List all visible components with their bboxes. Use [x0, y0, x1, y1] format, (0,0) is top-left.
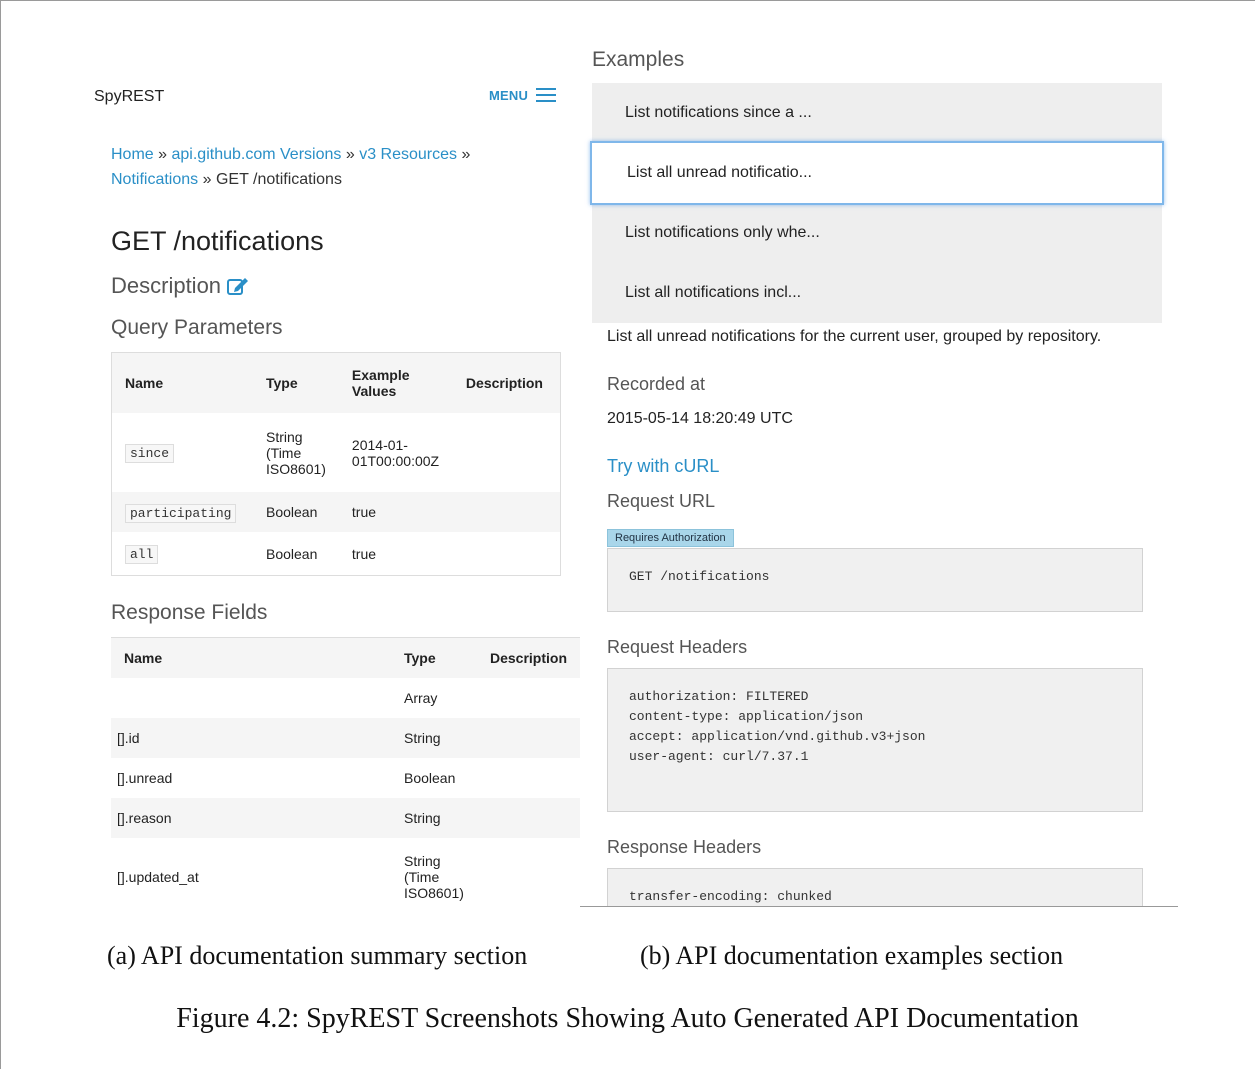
request-headers-code: authorization: FILTERED content-type: app… [607, 668, 1143, 812]
examples-screenshot: Examples List notifications since a ... … [580, 40, 1178, 907]
response-headers-code: transfer-encoding: chunked [607, 868, 1143, 906]
caption-b: (b) API documentation examples section [640, 941, 1064, 970]
example-summary: List all unread notifications for the cu… [607, 328, 1102, 345]
param-example: true [351, 545, 377, 562]
response-fields-heading: Response Fields [111, 601, 268, 624]
breadcrumb-sep: » [345, 146, 355, 163]
header-line: content-type: application/json [629, 709, 864, 724]
header-line: transfer-encoding: chunked [629, 889, 832, 904]
table-row: [].unread Boolean [111, 758, 580, 798]
example-item[interactable]: List notifications since a ... [592, 83, 1162, 143]
field-type: String [403, 730, 441, 746]
table-header-row: Name Type Example Values Description [112, 353, 560, 413]
table-row: since String (Time ISO8601) 2014-01-01T0… [112, 413, 560, 492]
examples-heading: Examples [592, 48, 685, 71]
breadcrumb-sep: » [202, 171, 212, 188]
param-type: String (Time ISO8601) [266, 428, 326, 477]
description-heading-row: Description [111, 273, 249, 299]
edit-icon[interactable] [227, 276, 249, 296]
query-params-table: Name Type Example Values Description sin… [111, 352, 561, 576]
table-row: [].id String [111, 718, 580, 758]
param-description [453, 492, 560, 532]
table-row: participating Boolean true [112, 492, 560, 532]
breadcrumb-sep: » [461, 146, 471, 163]
hamburger-icon [536, 87, 557, 103]
column-header: Description [465, 375, 543, 391]
field-name: [].updated_at [117, 869, 199, 885]
request-url-code: GET /notifications [607, 548, 1143, 612]
examples-list: List notifications since a ... List all … [590, 83, 1164, 323]
query-params-heading: Query Parameters [111, 316, 283, 339]
param-example: 2014-01-01T00:00:00Z [351, 436, 440, 469]
param-example: true [351, 504, 377, 520]
field-name [111, 678, 391, 718]
description-heading: Description [111, 273, 222, 298]
breadcrumb-notifications[interactable]: Notifications [111, 171, 198, 188]
recorded-at-value: 2015-05-14 18:20:49 UTC [607, 410, 793, 427]
menu-button[interactable]: MENU [489, 87, 557, 103]
param-description [453, 413, 560, 492]
request-url-heading: Request URL [607, 491, 716, 511]
column-header: Type [266, 375, 298, 391]
breadcrumb-home[interactable]: Home [111, 146, 154, 163]
example-item-active[interactable]: List all unread notificatio... [590, 141, 1164, 205]
column-header: Name [124, 650, 163, 666]
requires-authorization-badge: Requires Authorization [607, 529, 734, 547]
breadcrumb-versions[interactable]: api.github.com Versions [172, 146, 342, 163]
field-name: [].reason [117, 810, 172, 826]
summary-screenshot: SpyREST MENU Home » api.github.com Versi… [94, 60, 580, 908]
field-type: String [403, 810, 441, 826]
request-headers-heading: Request Headers [607, 637, 748, 657]
field-type: Array [403, 690, 438, 706]
example-item[interactable]: List notifications only whe... [592, 203, 1162, 263]
field-type: String (Time ISO8601) [403, 853, 464, 901]
param-type: Boolean [266, 545, 318, 562]
column-header: Type [403, 650, 436, 666]
page-top-rule [0, 0, 1255, 1]
field-name: [].unread [117, 770, 173, 786]
param-name: since [125, 444, 175, 463]
table-header-row: Name Type Description [111, 638, 580, 678]
breadcrumb-sep: » [158, 146, 168, 163]
param-name: participating [125, 503, 237, 523]
table-row: all Boolean true [112, 532, 560, 575]
brand-logo[interactable]: SpyREST [94, 88, 164, 106]
page-left-rule [0, 0, 1, 1069]
page-title: GET /notifications [111, 226, 324, 256]
column-header: Name [125, 375, 164, 391]
param-type: Boolean [266, 504, 318, 520]
breadcrumb-resources[interactable]: v3 Resources [359, 146, 457, 163]
caption-a: (a) API documentation summary section [107, 941, 528, 970]
column-header: Example Values [351, 367, 410, 399]
figure-caption: Figure 4.2: SpyREST Screenshots Showing … [176, 1003, 1079, 1034]
header-line: user-agent: curl/7.37.1 [629, 749, 809, 764]
table-row: Array [111, 678, 580, 718]
header-line: accept: application/vnd.github.v3+json [629, 729, 926, 744]
response-fields-table: Name Type Description Array [].id String [111, 637, 580, 908]
column-header: Description [489, 650, 567, 666]
field-type: Boolean [403, 770, 456, 786]
table-row: [].reason String [111, 798, 580, 838]
header-line: authorization: FILTERED [629, 689, 809, 704]
menu-label: MENU [489, 87, 529, 103]
breadcrumb-current: GET /notifications [215, 171, 342, 188]
param-description [453, 532, 560, 575]
recorded-at-heading: Recorded at [607, 374, 706, 394]
table-row: [].updated_at String (Time ISO8601) [111, 838, 580, 908]
field-name: [].id [117, 730, 140, 746]
response-headers-heading: Response Headers [607, 837, 762, 857]
param-name: all [125, 545, 159, 564]
example-item[interactable]: List all notifications incl... [592, 263, 1162, 323]
try-curl-link[interactable]: Try with cURL [607, 456, 719, 477]
breadcrumb: Home » api.github.com Versions » v3 Reso… [111, 142, 531, 192]
